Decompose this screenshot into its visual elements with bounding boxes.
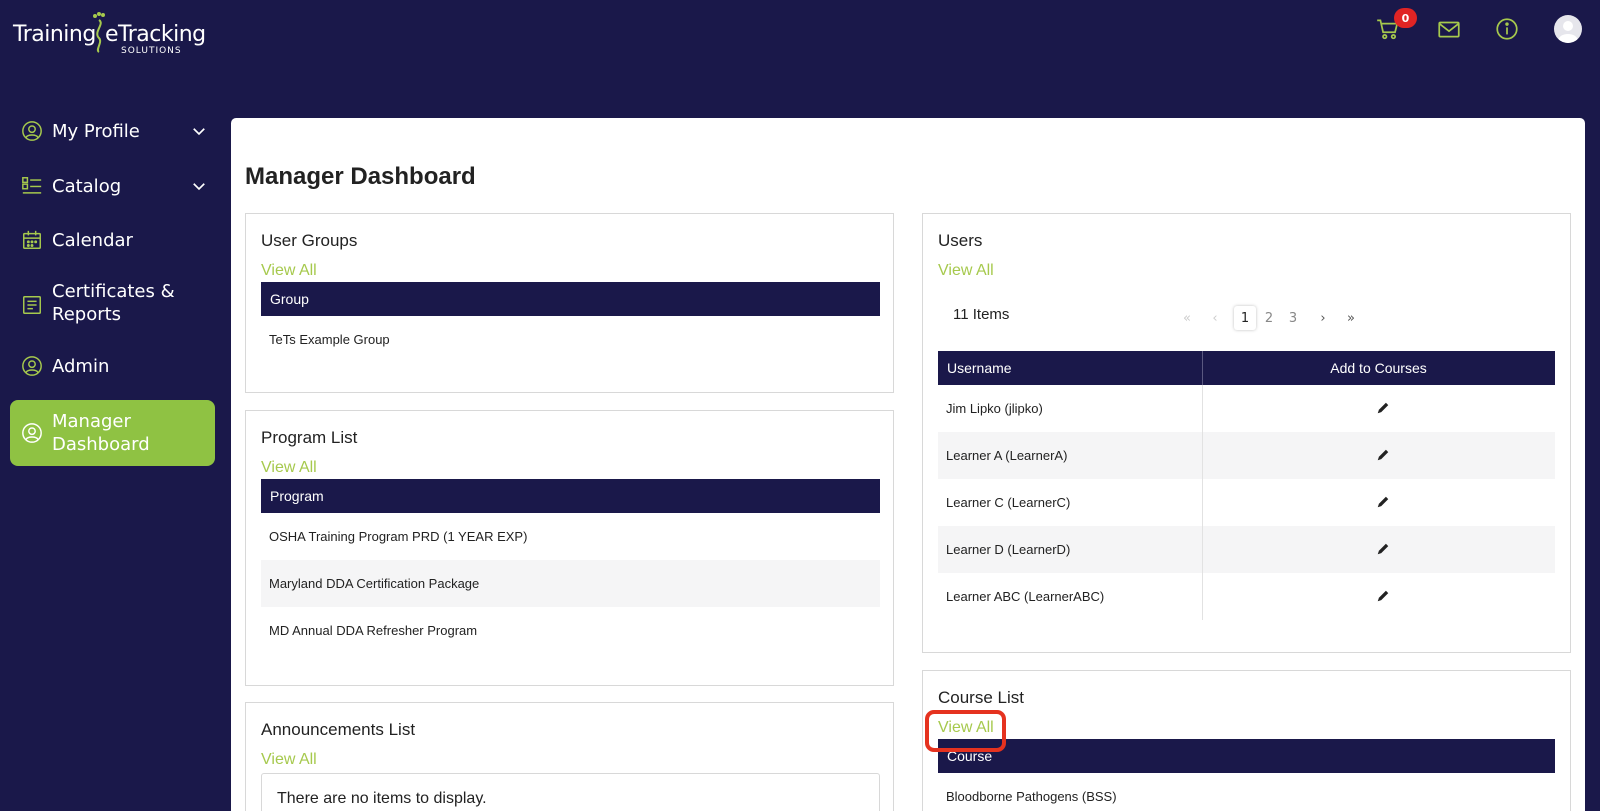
card-title: Users bbox=[938, 231, 983, 250]
course-list-card: Course List View All Course Bloodborne P… bbox=[922, 670, 1571, 811]
pager-next-button[interactable]: › bbox=[1312, 306, 1334, 330]
edit-pencil-icon[interactable] bbox=[1376, 448, 1390, 462]
table-header: Course bbox=[938, 739, 1555, 773]
sidebar-item-label: Admin bbox=[52, 355, 110, 377]
user-circle-icon bbox=[22, 356, 42, 376]
cart-count-badge: 0 bbox=[1394, 8, 1417, 28]
user-circle-icon bbox=[22, 423, 42, 443]
list-icon bbox=[22, 177, 42, 194]
table-header: Program bbox=[261, 479, 880, 513]
sidebar-item-certificates-reports[interactable]: Certificates & Reports bbox=[10, 280, 215, 330]
sidebar-item-label: Catalog bbox=[52, 175, 122, 197]
sidebar-item-label-line2: Reports bbox=[52, 304, 122, 325]
username-cell: Learner A (LearnerA) bbox=[946, 448, 1068, 463]
chevron-down-icon[interactable] bbox=[190, 177, 208, 195]
edit-pencil-icon[interactable] bbox=[1376, 401, 1390, 415]
table-row[interactable]: MD Annual DDA Refresher Program bbox=[261, 607, 880, 654]
announcements-view-all-link[interactable]: View All bbox=[261, 751, 317, 769]
table-row[interactable]: Learner A (LearnerA) bbox=[938, 432, 1555, 479]
sidebar-item-label-line1: Manager bbox=[52, 411, 131, 432]
table-row[interactable]: OSHA Training Program PRD (1 YEAR EXP) bbox=[261, 513, 880, 560]
table-header: Group bbox=[261, 282, 880, 316]
user-circle-icon bbox=[22, 121, 42, 141]
table-row[interactable]: Maryland DDA Certification Package bbox=[261, 560, 880, 607]
chevron-down-icon[interactable] bbox=[190, 122, 208, 140]
card-title: Course List bbox=[938, 688, 1024, 707]
calendar-icon bbox=[23, 230, 41, 249]
pager-page-1[interactable]: 1 bbox=[1234, 306, 1256, 330]
pager-page-3[interactable]: 3 bbox=[1282, 306, 1304, 330]
pager-prev-button[interactable]: ‹ bbox=[1204, 306, 1226, 330]
card-title: Announcements List bbox=[261, 720, 416, 739]
table-row[interactable]: Jim Lipko (jlipko) bbox=[938, 385, 1555, 432]
sidebar-item-calendar[interactable]: Calendar bbox=[10, 227, 215, 253]
pager-first-button[interactable]: « bbox=[1176, 306, 1198, 330]
announcements-card: Announcements List View All There are no… bbox=[245, 702, 894, 811]
avatar-person-icon bbox=[1558, 21, 1578, 43]
users-table-header: Username Add to Courses bbox=[938, 351, 1555, 385]
user-groups-view-all-link[interactable]: View All bbox=[261, 262, 317, 280]
main-panel: Manager Dashboard User Groups View All G… bbox=[231, 118, 1585, 811]
table-row[interactable]: Learner D (LearnerD) bbox=[938, 526, 1555, 573]
username-cell: Jim Lipko (jlipko) bbox=[946, 401, 1043, 416]
table-row[interactable]: Learner C (LearnerC) bbox=[938, 479, 1555, 526]
info-icon[interactable] bbox=[1494, 16, 1520, 42]
table-row[interactable]: TeTs Example Group bbox=[261, 316, 880, 363]
table-row[interactable]: Learner ABC (LearnerABC) bbox=[938, 573, 1555, 620]
page-title: Manager Dashboard bbox=[245, 163, 476, 190]
pager-last-button[interactable]: » bbox=[1340, 306, 1362, 330]
sidebar-item-label-line1: Certificates & bbox=[52, 281, 175, 302]
users-card: Users View All 11 Items « ‹ 1 2 3 › » Us… bbox=[922, 213, 1571, 653]
pager-page-2[interactable]: 2 bbox=[1258, 306, 1280, 330]
card-title: Program List bbox=[261, 428, 358, 447]
empty-state-text: There are no items to display. bbox=[277, 790, 487, 807]
edit-pencil-icon[interactable] bbox=[1376, 542, 1390, 556]
column-header-username: Username bbox=[947, 360, 1012, 376]
sidebar-item-label-line2: Dashboard bbox=[52, 434, 150, 455]
edit-pencil-icon[interactable] bbox=[1376, 589, 1390, 603]
sidebar-item-manager-dashboard[interactable]: Manager Dashboard bbox=[10, 400, 215, 466]
card-title: User Groups bbox=[261, 231, 358, 250]
username-cell: Learner C (LearnerC) bbox=[946, 495, 1071, 510]
report-icon bbox=[23, 296, 41, 314]
sidebar-item-label: My Profile bbox=[52, 120, 140, 142]
logo-subtitle: SOLUTIONS bbox=[121, 46, 182, 56]
user-avatar[interactable] bbox=[1554, 15, 1582, 43]
sidebar-item-label: Calendar bbox=[52, 229, 133, 251]
logo-word-etracking: eTracking bbox=[105, 22, 206, 47]
program-list-view-all-link[interactable]: View All bbox=[261, 459, 317, 477]
sidebar-item-catalog[interactable]: Catalog bbox=[10, 173, 215, 199]
user-groups-card: User Groups View All Group TeTs Example … bbox=[245, 213, 894, 393]
item-count: 11 Items bbox=[953, 306, 1010, 323]
username-cell: Learner D (LearnerD) bbox=[946, 542, 1071, 557]
mail-icon[interactable] bbox=[1436, 16, 1462, 42]
program-list-card: Program List View All Program OSHA Train… bbox=[245, 410, 894, 686]
users-view-all-link[interactable]: View All bbox=[938, 262, 994, 280]
highlight-annotation bbox=[925, 710, 1006, 752]
logo-word-training: Training bbox=[13, 22, 96, 47]
table-row[interactable]: Bloodborne Pathogens (BSS) bbox=[938, 773, 1555, 811]
empty-state: There are no items to display. bbox=[261, 773, 880, 811]
edit-pencil-icon[interactable] bbox=[1376, 495, 1390, 509]
sidebar-item-admin[interactable]: Admin bbox=[10, 353, 215, 379]
username-cell: Learner ABC (LearnerABC) bbox=[946, 589, 1105, 604]
sidebar-item-my-profile[interactable]: My Profile bbox=[10, 118, 215, 144]
column-header-add-to-courses: Add to Courses bbox=[1330, 360, 1427, 376]
